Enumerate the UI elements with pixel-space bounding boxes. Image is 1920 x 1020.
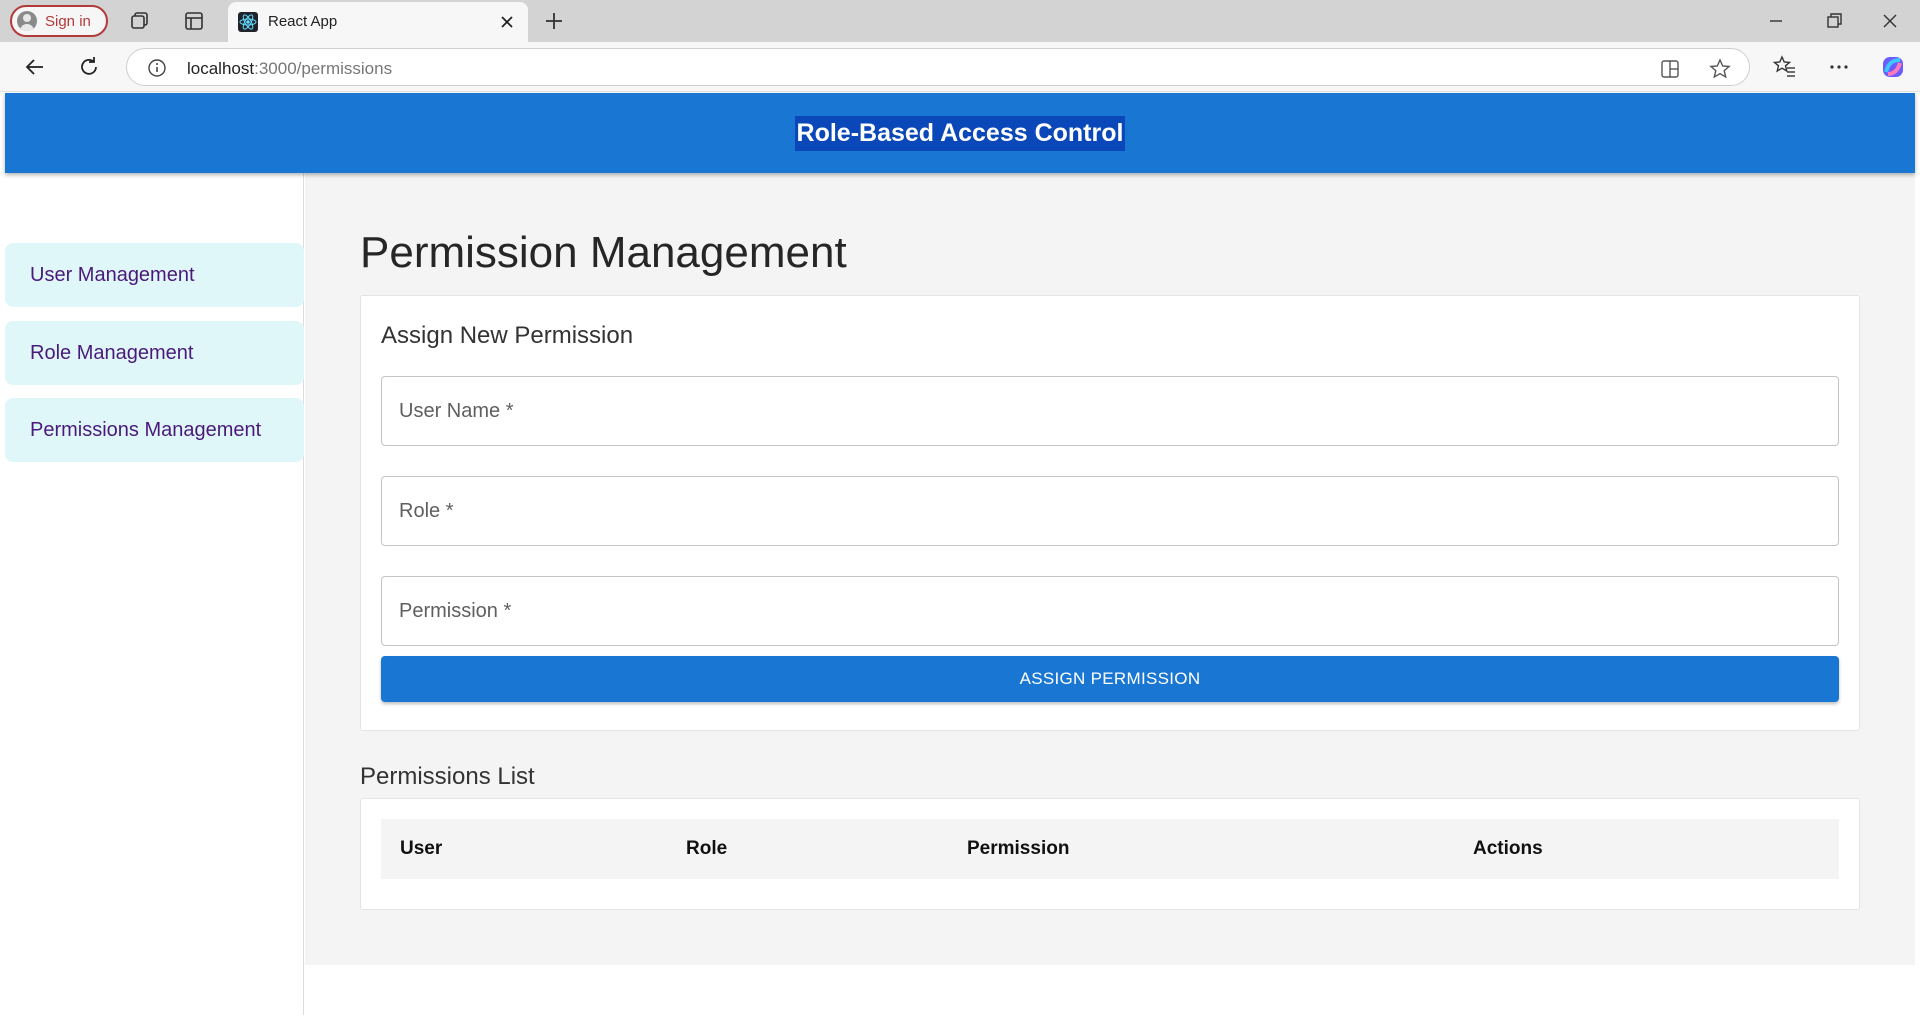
- user-name-label: User Name *: [399, 399, 514, 422]
- browser-toolbar: localhost:3000/permissions: [0, 42, 1920, 92]
- sidebar: User Management Role Management Permissi…: [5, 173, 304, 1015]
- close-tab-icon[interactable]: [498, 13, 516, 31]
- more-icon[interactable]: [1826, 54, 1852, 80]
- url-path: :3000/permissions: [254, 59, 393, 78]
- role-field[interactable]: Role *: [381, 476, 1839, 546]
- favorites-icon[interactable]: [1772, 54, 1798, 80]
- back-icon[interactable]: [22, 54, 48, 80]
- role-label: Role *: [399, 499, 454, 522]
- user-name-field[interactable]: User Name *: [381, 376, 1839, 446]
- sidebar-item-role-management[interactable]: Role Management: [5, 321, 304, 385]
- sidebar-item-permissions-management[interactable]: Permissions Management: [5, 398, 304, 462]
- minimize-icon[interactable]: [1764, 9, 1788, 33]
- app-header: Role-Based Access Control: [5, 93, 1915, 173]
- column-header-actions: Actions: [1473, 838, 1543, 859]
- sign-in-label: Sign in: [45, 12, 91, 30]
- page-title: Permission Management: [360, 228, 847, 277]
- sign-in-button[interactable]: Sign in: [10, 5, 108, 37]
- browser-tab[interactable]: React App: [228, 2, 528, 42]
- profile-icon: [17, 11, 37, 31]
- url-text[interactable]: localhost:3000/permissions: [187, 59, 392, 79]
- column-header-permission: Permission: [967, 838, 1070, 859]
- permission-field[interactable]: Permission *: [381, 576, 1839, 646]
- sidebar-item-user-management[interactable]: User Management: [5, 243, 304, 307]
- assign-permission-button[interactable]: ASSIGN PERMISSION: [381, 656, 1839, 702]
- new-tab-icon[interactable]: [542, 9, 566, 33]
- permissions-list-title: Permissions List: [360, 763, 535, 790]
- column-header-role: Role: [686, 838, 728, 859]
- form-title: Assign New Permission: [381, 322, 634, 349]
- react-favicon-icon: [238, 12, 258, 32]
- address-bar[interactable]: localhost:3000/permissions: [126, 48, 1750, 86]
- refresh-icon[interactable]: [76, 54, 102, 80]
- site-info-icon[interactable]: [147, 58, 167, 78]
- permissions-table-card: User Role Permission Actions: [360, 798, 1860, 910]
- browser-tab-bar: Sign in React App: [0, 0, 1920, 42]
- copilot-icon[interactable]: [1880, 54, 1906, 80]
- column-header-user: User: [400, 838, 443, 859]
- app-title: Role-Based Access Control: [794, 115, 1126, 151]
- split-screen-icon[interactable]: [1659, 58, 1681, 80]
- workspaces-icon[interactable]: [128, 9, 152, 33]
- tab-title: React App: [268, 13, 338, 30]
- url-host: localhost: [187, 59, 255, 78]
- restore-icon[interactable]: [1822, 9, 1846, 33]
- table-header: User Role Permission Actions: [381, 819, 1839, 879]
- close-window-icon[interactable]: [1878, 9, 1902, 33]
- tab-actions-icon[interactable]: [182, 9, 206, 33]
- favorite-star-icon[interactable]: [1709, 58, 1731, 80]
- main-content: Permission Management Assign New Permiss…: [305, 173, 1915, 965]
- permission-label: Permission *: [399, 599, 512, 622]
- assign-permission-card: Assign New Permission User Name * Role *…: [360, 295, 1860, 731]
